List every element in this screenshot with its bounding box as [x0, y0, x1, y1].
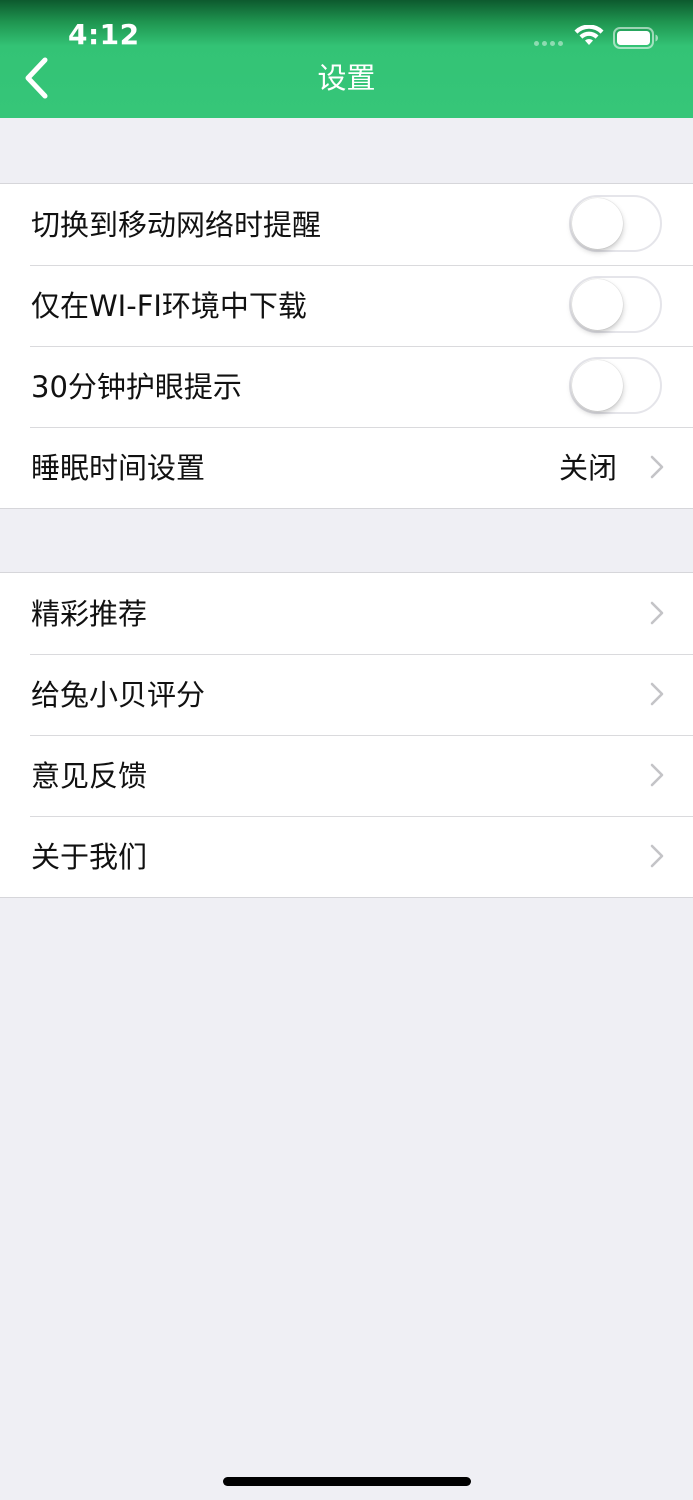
eye-care-reminder-toggle[interactable] [569, 357, 662, 414]
setting-label: 30分钟护眼提示 [31, 369, 242, 404]
wifi-only-download-toggle[interactable] [569, 276, 662, 333]
cellular-signal-icon [534, 41, 563, 46]
more-group: 精彩推荐 给兔小贝评分 意见反馈 关于我们 [0, 572, 693, 898]
chevron-right-icon [650, 601, 664, 625]
chevron-right-icon [650, 844, 664, 868]
setting-row-eye-care-reminder: 30分钟护眼提示 [0, 346, 693, 427]
toggle-knob [572, 198, 623, 249]
chevron-right-icon [650, 455, 664, 479]
wifi-icon [574, 25, 604, 45]
setting-label: 切换到移动网络时提醒 [31, 207, 322, 242]
settings-group: 切换到移动网络时提醒 仅在WI-FI环境中下载 30分钟护眼提示 睡眠时间设置 … [0, 183, 693, 509]
status-time: 4:12 [68, 18, 140, 51]
sleep-time-value: 关闭 [558, 450, 617, 485]
home-indicator [223, 1477, 471, 1486]
toggle-knob [572, 360, 623, 411]
mobile-network-alert-toggle[interactable] [569, 195, 662, 252]
chevron-right-icon [650, 682, 664, 706]
setting-row-wifi-only-download: 仅在WI-FI环境中下载 [0, 265, 693, 346]
list-item-recommendations[interactable]: 精彩推荐 [0, 573, 693, 654]
toggle-knob [572, 279, 623, 330]
setting-label: 睡眠时间设置 [31, 450, 206, 485]
nav-bar: 4:12 设置 [0, 0, 693, 118]
list-item-about-us[interactable]: 关于我们 [0, 816, 693, 897]
list-item-feedback[interactable]: 意见反馈 [0, 735, 693, 816]
list-item-rate-app[interactable]: 给兔小贝评分 [0, 654, 693, 735]
list-item-label: 关于我们 [31, 839, 148, 874]
list-item-label: 精彩推荐 [31, 596, 148, 631]
page-title: 设置 [317, 61, 376, 95]
chevron-right-icon [650, 763, 664, 787]
setting-row-mobile-network-alert: 切换到移动网络时提醒 [0, 184, 693, 265]
setting-row-sleep-time[interactable]: 睡眠时间设置 关闭 [0, 427, 693, 508]
list-item-label: 给兔小贝评分 [31, 677, 206, 712]
battery-icon [613, 27, 658, 49]
setting-label: 仅在WI-FI环境中下载 [31, 288, 307, 323]
list-item-label: 意见反馈 [31, 758, 148, 793]
